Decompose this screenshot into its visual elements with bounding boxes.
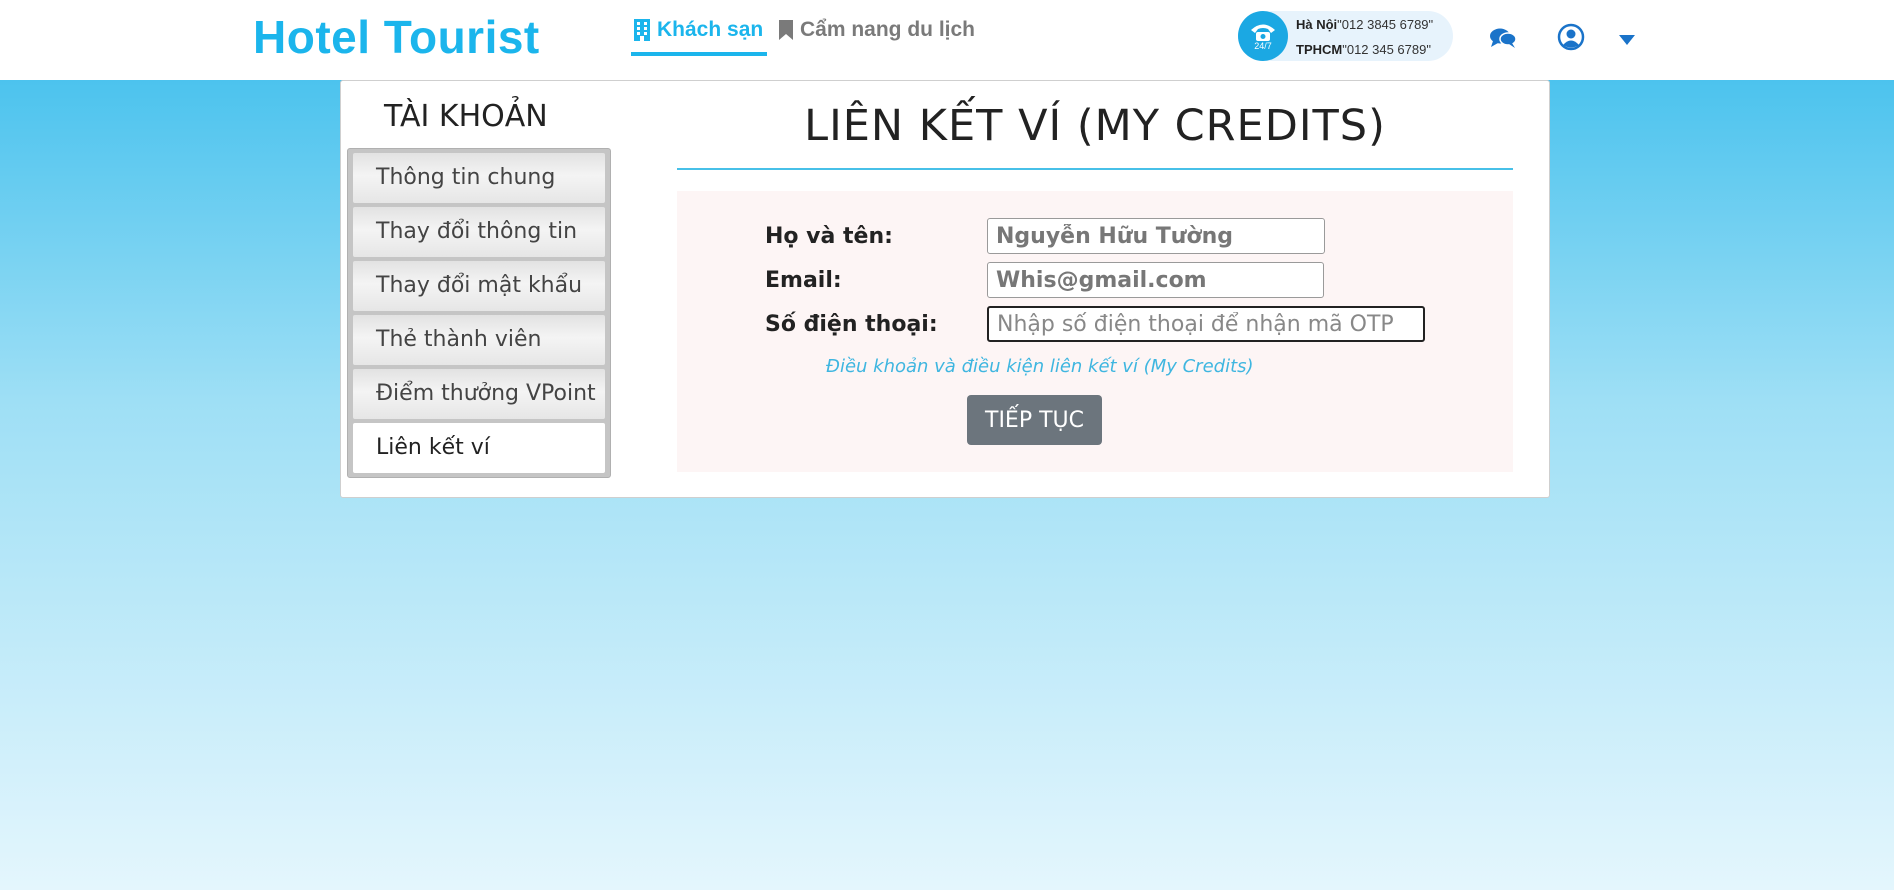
title-divider — [677, 168, 1513, 170]
bookmark-icon — [779, 20, 793, 40]
terms-link[interactable]: Điều khoản và điều kiện liên kết ví (My … — [826, 356, 1254, 377]
user-icon[interactable] — [1557, 23, 1585, 51]
page-title: LIÊN KẾT VÍ (MY CREDITS) — [804, 101, 1386, 151]
hotline-number: "012 345 6789" — [1342, 42, 1431, 57]
name-label: Họ và tên: — [765, 224, 893, 249]
top-header: Hotel Tourist Khách sạn Cẩm nang du lịch… — [0, 0, 1894, 80]
nav-tab-hotel-label: Khách sạn — [657, 18, 764, 41]
chat-icon[interactable] — [1489, 27, 1517, 49]
sidebar-item-member-card[interactable]: Thẻ thành viên — [353, 315, 605, 365]
hotline-box: 24/7 Hà Nội"012 3845 6789" TPHCM"012 345… — [1238, 11, 1453, 61]
nav-tab-travel-guide-label: Cẩm nang du lịch — [800, 18, 976, 41]
phone-label: Số điện thoại: — [765, 312, 938, 337]
sidebar-item-link-wallet[interactable]: Liên kết ví — [353, 423, 605, 473]
hotline-hanoi: Hà Nội"012 3845 6789" — [1296, 17, 1433, 32]
hotline-number: "012 3845 6789" — [1337, 17, 1434, 32]
sidebar-menu: Thông tin chung Thay đổi thông tin Thay … — [347, 148, 611, 478]
phone-badge: 24/7 — [1238, 11, 1288, 61]
sidebar-title: TÀI KHOẢN — [384, 99, 548, 134]
sidebar-item-edit-info[interactable]: Thay đổi thông tin — [353, 207, 605, 257]
phone-field[interactable] — [987, 306, 1425, 342]
continue-button[interactable]: TIẾP TỤC — [967, 395, 1102, 445]
sidebar-item-general-info[interactable]: Thông tin chung — [353, 153, 605, 203]
email-field[interactable] — [987, 262, 1324, 298]
support-hours-label: 24/7 — [1254, 41, 1272, 51]
phone-icon — [1251, 24, 1275, 41]
wallet-link-form: Họ và tên: Email: Số điện thoại: Điều kh… — [677, 191, 1513, 472]
site-logo[interactable]: Hotel Tourist — [253, 10, 540, 64]
nav-tab-hotel[interactable]: Khách sạn — [631, 18, 768, 56]
sidebar-item-vpoint[interactable]: Điểm thưởng VPoint — [353, 369, 605, 419]
hotline-city: TPHCM — [1296, 42, 1343, 57]
account-card: TÀI KHOẢN Thông tin chung Thay đổi thông… — [340, 80, 1550, 498]
sidebar-item-change-password[interactable]: Thay đổi mật khẩu — [353, 261, 605, 311]
building-icon — [634, 19, 650, 41]
email-label: Email: — [765, 268, 842, 293]
nav-tab-travel-guide[interactable]: Cẩm nang du lịch — [778, 18, 975, 56]
hotline-hcm: TPHCM"012 345 6789" — [1296, 42, 1431, 57]
hotline-city: Hà Nội — [1296, 17, 1338, 32]
name-field[interactable] — [987, 218, 1325, 254]
caret-down-icon[interactable] — [1619, 35, 1635, 45]
